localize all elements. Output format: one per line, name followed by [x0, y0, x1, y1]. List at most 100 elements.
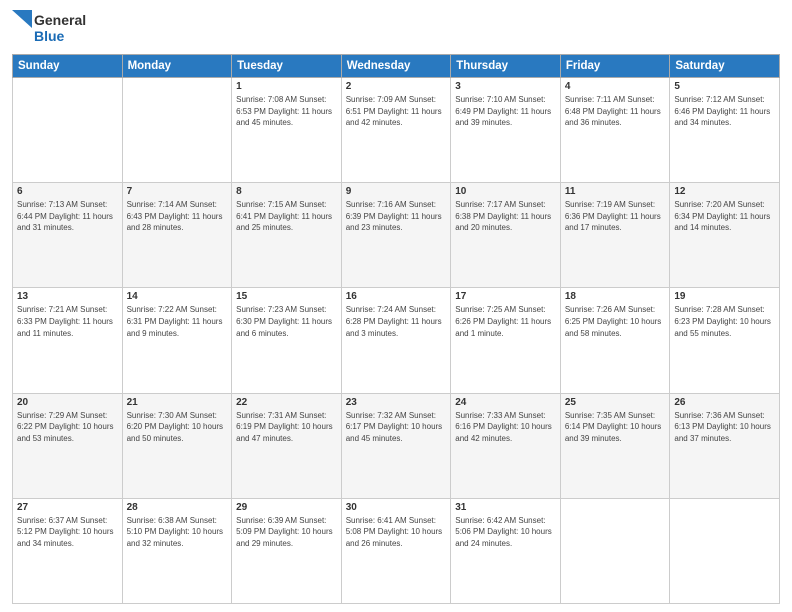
calendar-cell: 7 Sunrise: 7:14 AM Sunset: 6:43 PM Daylig…: [122, 183, 232, 288]
calendar-cell: 23Sunrise: 7:32 AM Sunset: 6:17 PM Dayli…: [341, 393, 451, 498]
day-detail: Sunrise: 6:41 AM Sunset: 5:08 PM Dayligh…: [346, 515, 447, 550]
day-number: 14: [127, 291, 228, 302]
calendar-cell: 25 Sunrise: 7:35 AM Sunset: 6:14 PM Dayli…: [560, 393, 670, 498]
calendar-cell: 2Sunrise: 7:09 AM Sunset: 6:51 PM Daylig…: [341, 78, 451, 183]
calendar-cell: 30 Sunrise: 6:41 AM Sunset: 5:08 PM Dayli…: [341, 498, 451, 603]
calendar-week-row: 6Sunrise: 7:13 AM Sunset: 6:44 PM Daylig…: [13, 183, 780, 288]
calendar-cell: 10 Sunrise: 7:17 AM Sunset: 6:38 PM Dayli…: [451, 183, 561, 288]
header-row: SundayMondayTuesdayWednesdayThursdayFrid…: [13, 55, 780, 78]
calendar-cell: 13Sunrise: 7:21 AM Sunset: 6:33 PM Dayli…: [13, 288, 123, 393]
day-detail: Sunrise: 7:13 AM Sunset: 6:44 PM Dayligh…: [17, 199, 118, 234]
day-number: 9: [346, 186, 447, 197]
calendar-cell: 16 Sunrise: 7:24 AM Sunset: 6:28 PM Dayli…: [341, 288, 451, 393]
day-detail: Sunrise: 6:39 AM Sunset: 5:09 PM Dayligh…: [236, 515, 337, 550]
day-number: 7: [127, 186, 228, 197]
day-detail: Sunrise: 7:33 AM Sunset: 6:16 PM Dayligh…: [455, 410, 556, 445]
day-detail: Sunrise: 7:20 AM Sunset: 6:34 PM Dayligh…: [674, 199, 775, 234]
calendar-cell: 9 Sunrise: 7:16 AM Sunset: 6:39 PM Daylig…: [341, 183, 451, 288]
day-number: 24: [455, 397, 556, 408]
day-detail: Sunrise: 7:28 AM Sunset: 6:23 PM Dayligh…: [674, 304, 775, 339]
calendar-cell: 12 Sunrise: 7:20 AM Sunset: 6:34 PM Dayli…: [670, 183, 780, 288]
day-detail: Sunrise: 7:31 AM Sunset: 6:19 PM Dayligh…: [236, 410, 337, 445]
day-detail: Sunrise: 7:24 AM Sunset: 6:28 PM Dayligh…: [346, 304, 447, 339]
calendar-cell: [122, 78, 232, 183]
day-number: 5: [674, 81, 775, 92]
calendar-cell: 14 Sunrise: 7:22 AM Sunset: 6:31 PM Dayli…: [122, 288, 232, 393]
day-number: 30: [346, 502, 447, 513]
day-detail: Sunrise: 7:12 AM Sunset: 6:46 PM Dayligh…: [674, 94, 775, 129]
day-detail: Sunrise: 7:21 AM Sunset: 6:33 PM Dayligh…: [17, 304, 118, 339]
day-number: 1: [236, 81, 337, 92]
day-detail: Sunrise: 7:08 AM Sunset: 6:53 PM Dayligh…: [236, 94, 337, 129]
day-detail: Sunrise: 7:30 AM Sunset: 6:20 PM Dayligh…: [127, 410, 228, 445]
day-number: 26: [674, 397, 775, 408]
day-detail: Sunrise: 7:22 AM Sunset: 6:31 PM Dayligh…: [127, 304, 228, 339]
day-number: 21: [127, 397, 228, 408]
calendar-cell: 27 Sunrise: 6:37 AM Sunset: 5:12 PM Dayli…: [13, 498, 123, 603]
calendar-cell: [560, 498, 670, 603]
day-header: Saturday: [670, 55, 780, 78]
day-number: 15: [236, 291, 337, 302]
calendar-table: SundayMondayTuesdayWednesdayThursdayFrid…: [12, 54, 780, 604]
day-detail: Sunrise: 7:35 AM Sunset: 6:14 PM Dayligh…: [565, 410, 666, 445]
day-detail: Sunrise: 7:17 AM Sunset: 6:38 PM Dayligh…: [455, 199, 556, 234]
day-number: 4: [565, 81, 666, 92]
header: General Blue: [12, 10, 780, 46]
day-number: 17: [455, 291, 556, 302]
calendar-cell: 11Sunrise: 7:19 AM Sunset: 6:36 PM Dayli…: [560, 183, 670, 288]
logo-line2: Blue: [34, 28, 86, 44]
day-number: 10: [455, 186, 556, 197]
logo-line1: General: [34, 12, 86, 28]
day-detail: Sunrise: 7:16 AM Sunset: 6:39 PM Dayligh…: [346, 199, 447, 234]
day-detail: Sunrise: 7:25 AM Sunset: 6:26 PM Dayligh…: [455, 304, 556, 339]
calendar-week-row: 20Sunrise: 7:29 AM Sunset: 6:22 PM Dayli…: [13, 393, 780, 498]
page: General Blue SundayMondayTuesdayWednesda…: [0, 0, 792, 612]
day-number: 18: [565, 291, 666, 302]
day-header: Wednesday: [341, 55, 451, 78]
day-number: 29: [236, 502, 337, 513]
calendar-cell: [670, 498, 780, 603]
day-number: 20: [17, 397, 118, 408]
day-number: 12: [674, 186, 775, 197]
day-detail: Sunrise: 7:14 AM Sunset: 6:43 PM Dayligh…: [127, 199, 228, 234]
day-number: 27: [17, 502, 118, 513]
calendar-cell: 19 Sunrise: 7:28 AM Sunset: 6:23 PM Dayli…: [670, 288, 780, 393]
calendar-cell: 26 Sunrise: 7:36 AM Sunset: 6:13 PM Dayli…: [670, 393, 780, 498]
day-detail: Sunrise: 6:42 AM Sunset: 5:06 PM Dayligh…: [455, 515, 556, 550]
day-number: 25: [565, 397, 666, 408]
calendar-cell: 17 Sunrise: 7:25 AM Sunset: 6:26 PM Dayli…: [451, 288, 561, 393]
calendar-week-row: 13Sunrise: 7:21 AM Sunset: 6:33 PM Dayli…: [13, 288, 780, 393]
day-detail: Sunrise: 7:11 AM Sunset: 6:48 PM Dayligh…: [565, 94, 666, 129]
logo-triangle-icon: [12, 10, 32, 46]
day-number: 31: [455, 502, 556, 513]
calendar-cell: 22Sunrise: 7:31 AM Sunset: 6:19 PM Dayli…: [232, 393, 342, 498]
logo: General Blue: [12, 10, 86, 46]
calendar-cell: 18Sunrise: 7:26 AM Sunset: 6:25 PM Dayli…: [560, 288, 670, 393]
calendar-cell: 5 Sunrise: 7:12 AM Sunset: 6:46 PM Daylig…: [670, 78, 780, 183]
calendar-cell: 21 Sunrise: 7:30 AM Sunset: 6:20 PM Dayli…: [122, 393, 232, 498]
day-number: 8: [236, 186, 337, 197]
calendar-week-row: 27 Sunrise: 6:37 AM Sunset: 5:12 PM Dayli…: [13, 498, 780, 603]
day-detail: Sunrise: 7:10 AM Sunset: 6:49 PM Dayligh…: [455, 94, 556, 129]
day-detail: Sunrise: 6:37 AM Sunset: 5:12 PM Dayligh…: [17, 515, 118, 550]
day-number: 16: [346, 291, 447, 302]
calendar-cell: 31 Sunrise: 6:42 AM Sunset: 5:06 PM Dayli…: [451, 498, 561, 603]
day-header: Monday: [122, 55, 232, 78]
day-detail: Sunrise: 7:36 AM Sunset: 6:13 PM Dayligh…: [674, 410, 775, 445]
calendar-cell: 6Sunrise: 7:13 AM Sunset: 6:44 PM Daylig…: [13, 183, 123, 288]
day-detail: Sunrise: 7:19 AM Sunset: 6:36 PM Dayligh…: [565, 199, 666, 234]
day-header: Sunday: [13, 55, 123, 78]
day-number: 3: [455, 81, 556, 92]
day-detail: Sunrise: 7:23 AM Sunset: 6:30 PM Dayligh…: [236, 304, 337, 339]
calendar-cell: 28Sunrise: 6:38 AM Sunset: 5:10 PM Dayli…: [122, 498, 232, 603]
calendar-cell: [13, 78, 123, 183]
day-header: Thursday: [451, 55, 561, 78]
day-detail: Sunrise: 7:32 AM Sunset: 6:17 PM Dayligh…: [346, 410, 447, 445]
day-number: 19: [674, 291, 775, 302]
day-header: Friday: [560, 55, 670, 78]
calendar-cell: 20Sunrise: 7:29 AM Sunset: 6:22 PM Dayli…: [13, 393, 123, 498]
calendar-week-row: 1 Sunrise: 7:08 AM Sunset: 6:53 PM Daylig…: [13, 78, 780, 183]
calendar-cell: 15 Sunrise: 7:23 AM Sunset: 6:30 PM Dayli…: [232, 288, 342, 393]
day-detail: Sunrise: 7:09 AM Sunset: 6:51 PM Dayligh…: [346, 94, 447, 129]
day-number: 28: [127, 502, 228, 513]
